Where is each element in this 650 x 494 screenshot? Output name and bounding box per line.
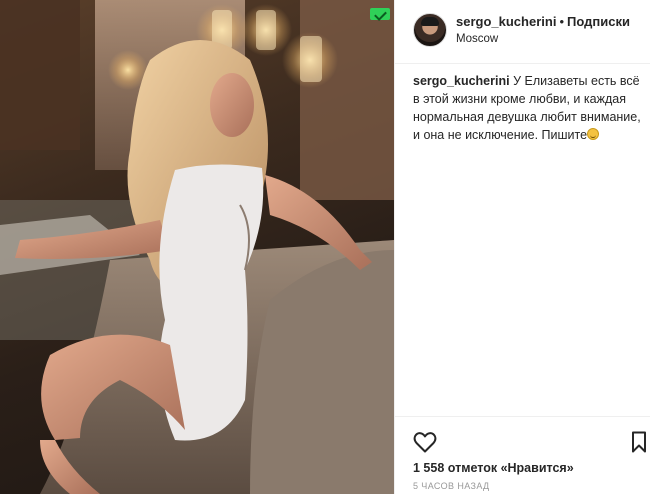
follow-button[interactable]: Подписки bbox=[567, 14, 630, 29]
avatar[interactable] bbox=[413, 13, 447, 47]
likes-count[interactable]: 1 558 отметок «Нравится» bbox=[413, 461, 574, 475]
separator-dot: • bbox=[559, 14, 564, 29]
smiley-icon bbox=[587, 128, 600, 140]
location-link[interactable]: Moscow bbox=[456, 33, 498, 45]
caption-username-link[interactable]: sergo_kucherini bbox=[413, 74, 510, 88]
bookmark-icon[interactable] bbox=[631, 431, 647, 453]
post-actions: 1 558 отметок «Нравится» 5 ЧАСОВ НАЗАД bbox=[395, 416, 650, 494]
post-header: sergo_kucherini • Подписки Moscow bbox=[395, 0, 650, 64]
post-photo[interactable] bbox=[0, 0, 394, 494]
check-badge-icon bbox=[370, 8, 390, 20]
likes-label: отметок «Нравится» bbox=[447, 461, 574, 475]
photo-illustration bbox=[0, 0, 394, 494]
post-panel: sergo_kucherini • Подписки Moscow sergo_ku… bbox=[394, 0, 650, 494]
likes-number: 1 558 bbox=[413, 461, 445, 475]
caption: sergo_kucherini У Елизаветы есть всё в э… bbox=[413, 72, 643, 144]
post-timestamp[interactable]: 5 ЧАСОВ НАЗАД bbox=[413, 481, 490, 491]
heart-icon[interactable] bbox=[413, 431, 437, 453]
username-link[interactable]: sergo_kucherini bbox=[456, 14, 556, 29]
header-row: sergo_kucherini • Подписки bbox=[456, 14, 630, 29]
